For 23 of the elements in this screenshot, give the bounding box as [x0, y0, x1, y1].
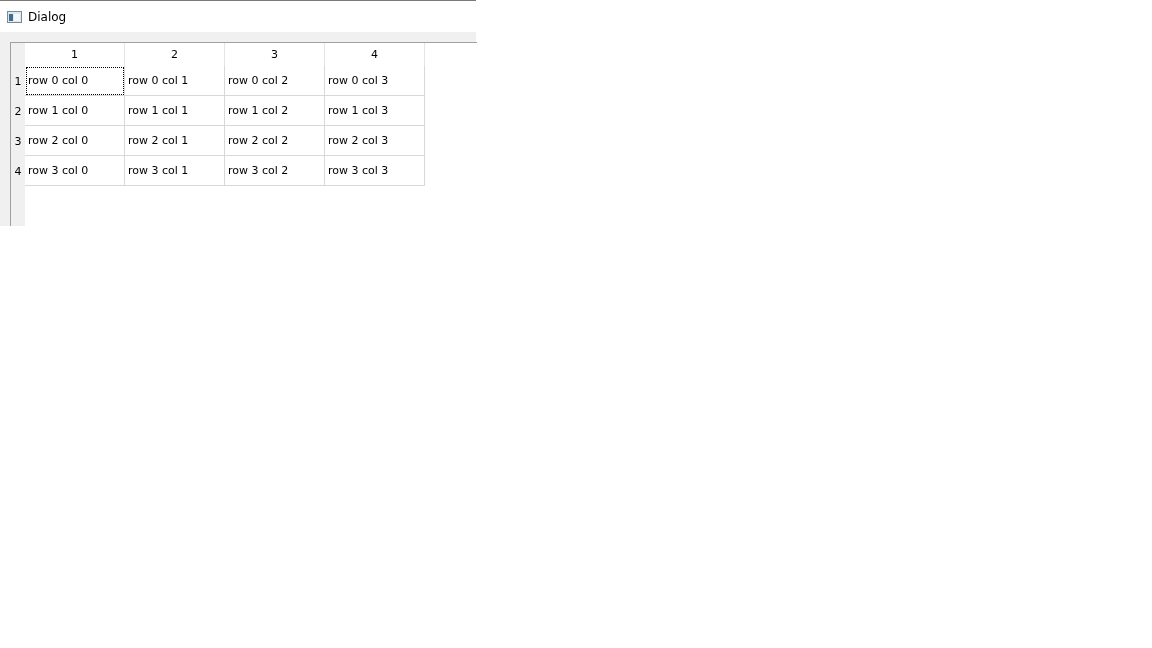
- table-cell[interactable]: row 1 col 2: [225, 96, 325, 126]
- window-title: Dialog: [28, 9, 67, 24]
- table-cell[interactable]: row 3 col 0: [25, 156, 125, 186]
- table-cell[interactable]: row 3 col 1: [125, 156, 225, 186]
- row-header[interactable]: 1: [11, 66, 25, 96]
- table-cell[interactable]: row 1 col 0: [25, 96, 125, 126]
- table-cell[interactable]: row 0 col 1: [125, 66, 225, 96]
- table-cell[interactable]: row 3 col 3: [325, 156, 425, 186]
- table-cell[interactable]: row 2 col 2: [225, 126, 325, 156]
- corner-button[interactable]: [11, 43, 25, 66]
- row-header[interactable]: 3: [11, 126, 25, 156]
- row-header[interactable]: 2: [11, 96, 25, 126]
- table-cell[interactable]: row 0 col 3: [325, 66, 425, 96]
- table-cell[interactable]: row 2 col 1: [125, 126, 225, 156]
- table-cell[interactable]: row 3 col 2: [225, 156, 325, 186]
- window-icon: [7, 10, 22, 23]
- table-cell[interactable]: row 2 col 0: [25, 126, 125, 156]
- row-header[interactable]: 4: [11, 156, 25, 186]
- table-cell[interactable]: row 2 col 3: [325, 126, 425, 156]
- table-cell[interactable]: row 0 col 2: [225, 66, 325, 96]
- table-cell[interactable]: row 1 col 3: [325, 96, 425, 126]
- table-cell[interactable]: row 1 col 1: [125, 96, 225, 126]
- table-cell[interactable]: row 0 col 0: [25, 66, 125, 96]
